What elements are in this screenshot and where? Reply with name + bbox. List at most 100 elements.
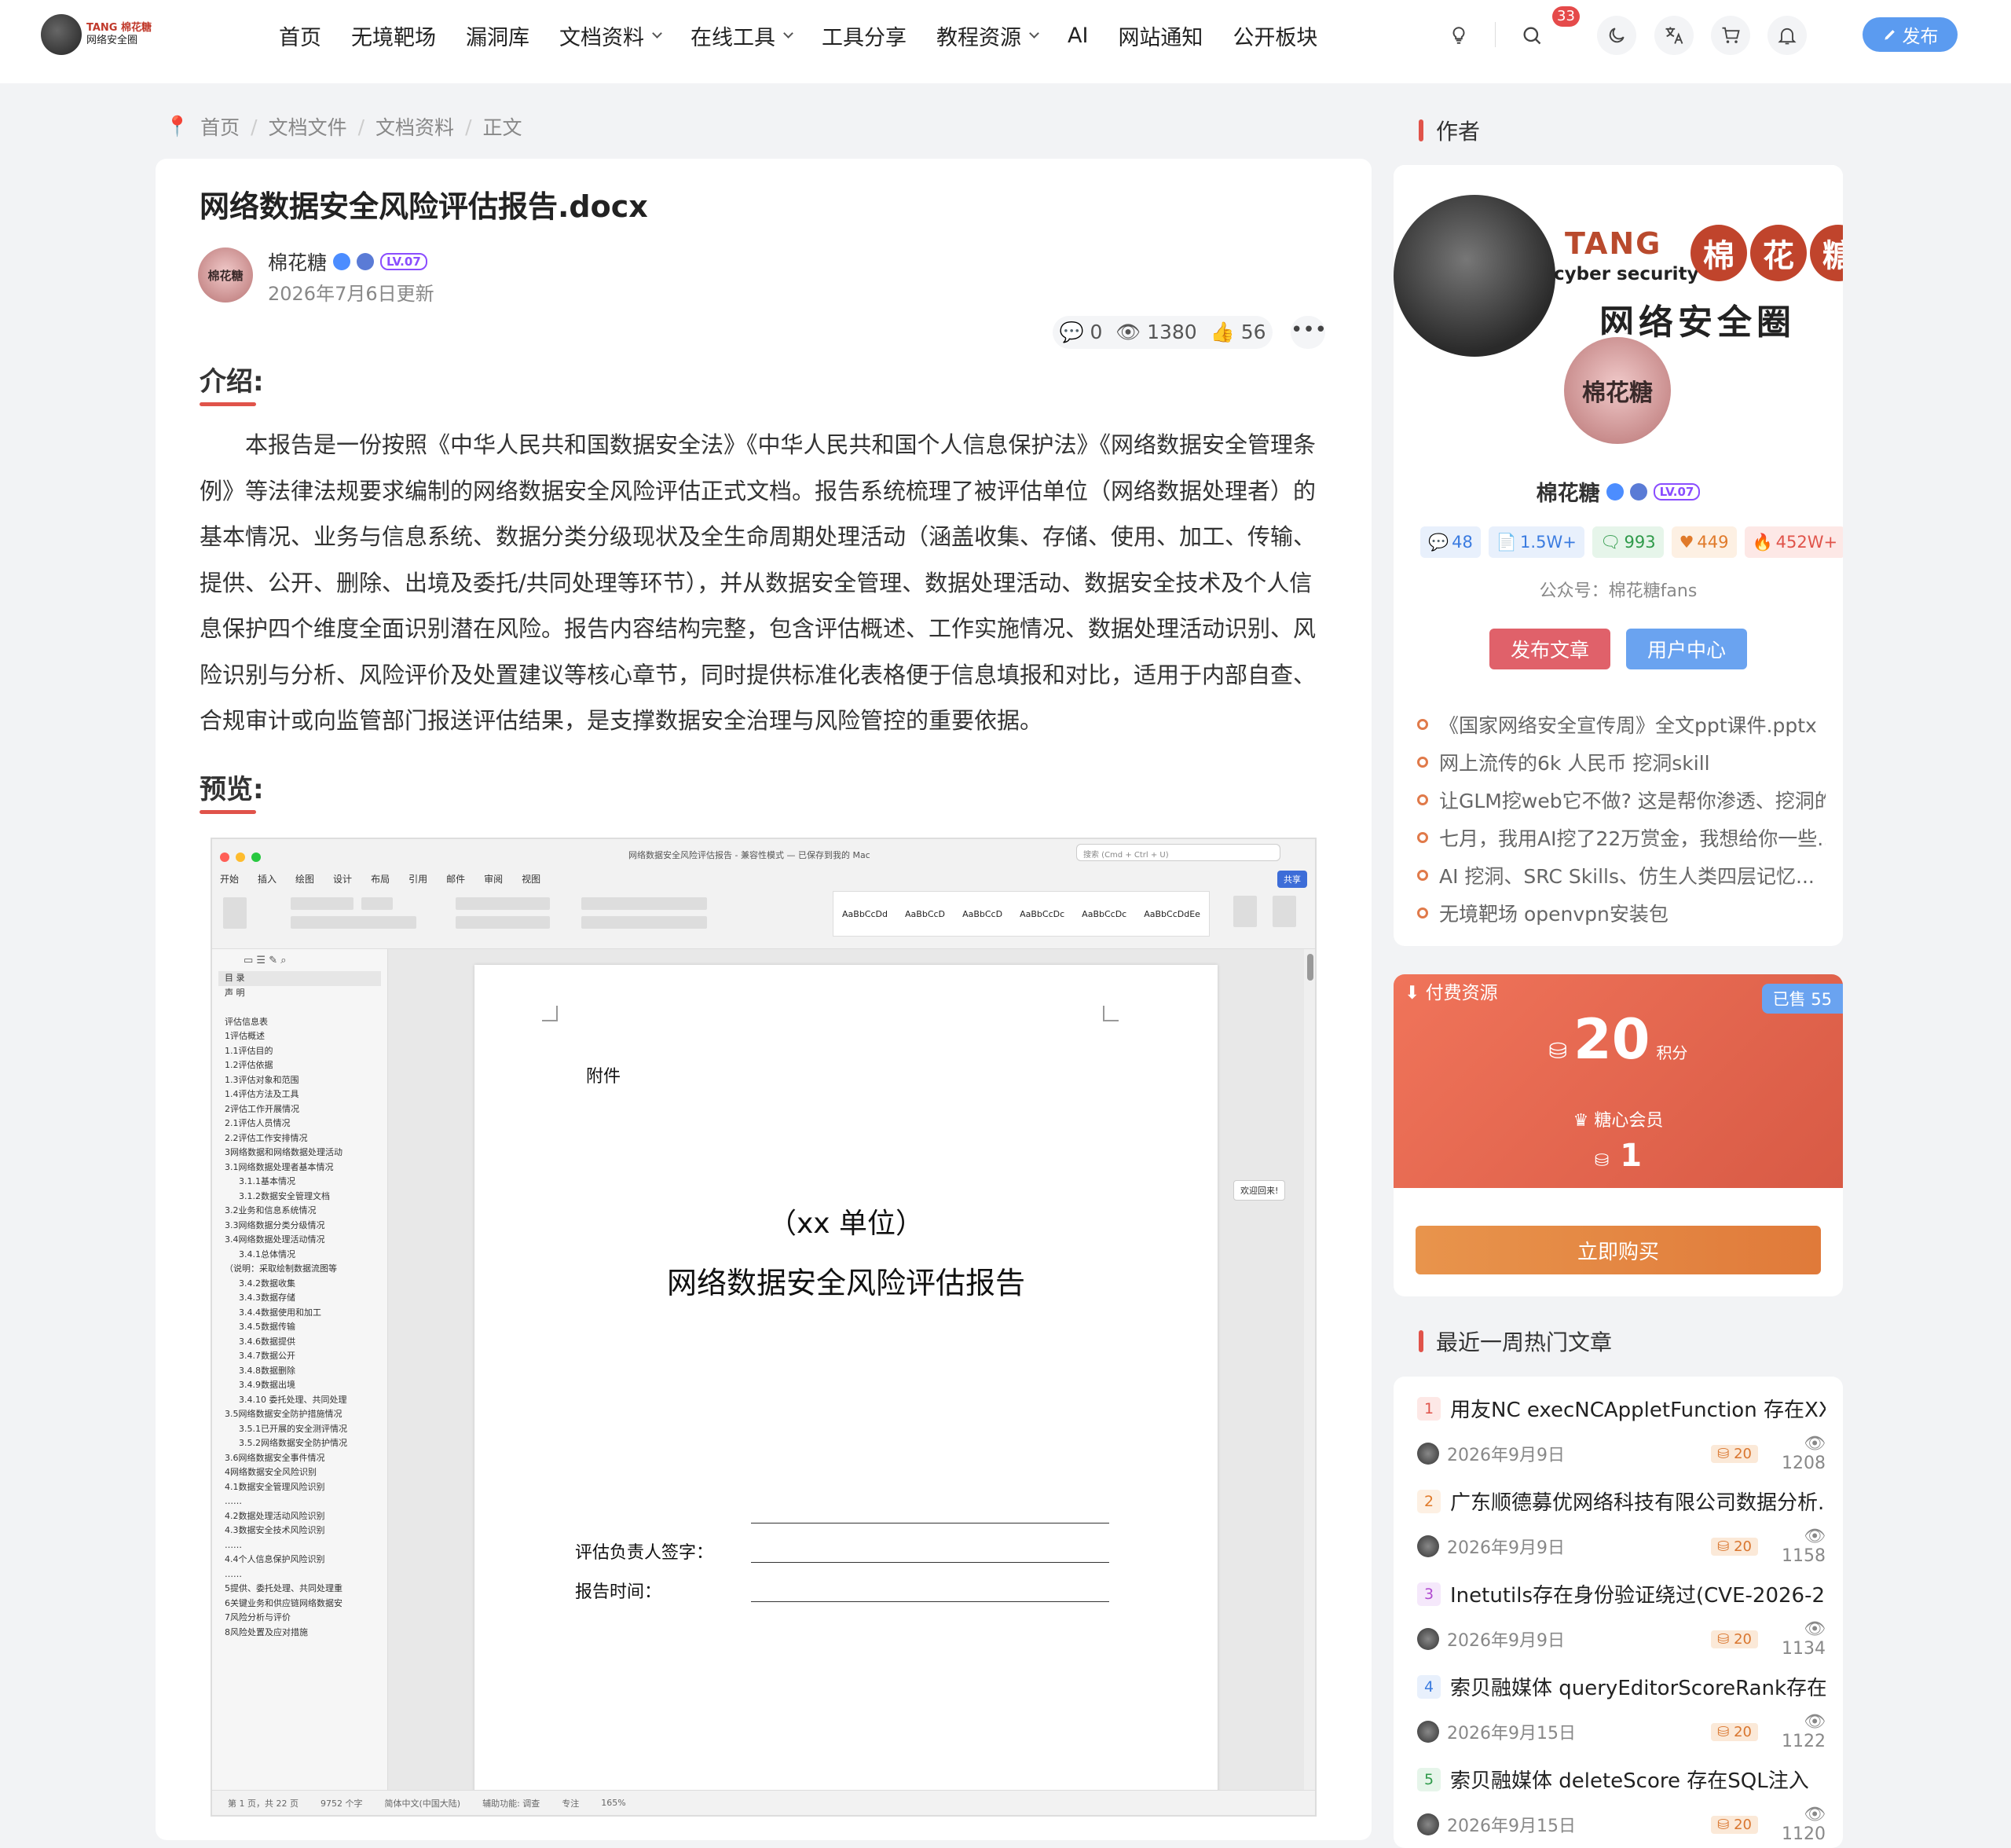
hot-article-coin: ⛁ 20: [1711, 1722, 1758, 1741]
hot-articles-card: 1 用友NC execNCAppletFunction 存在XXE... 2026年…: [1394, 1377, 1843, 1848]
hot-article-title: 索贝融媒体 deleteScore 存在SQL注入: [1450, 1769, 1809, 1793]
main-nav: 首页 无境靶场 漏洞库 文档资料 在线工具 工具分享 教程资源 AI 网站通知 公开板块: [264, 17, 1332, 53]
author-article-title: 让GLM挖web它不做? 这是帮你渗透、挖洞的...: [1439, 790, 1826, 812]
user-center-button[interactable]: 用户中心: [1626, 629, 1747, 669]
fire-icon: 🔥: [1752, 532, 1773, 552]
publish-article-button[interactable]: 发布文章: [1489, 629, 1610, 669]
author-card: TANG cyber security 棉 花 糖 网络安全圈 棉花糖 棉花糖 …: [1394, 165, 1843, 946]
nav-item[interactable]: 网站通知: [1103, 20, 1218, 51]
toc-item: 1.3评估对象和范围: [225, 1074, 299, 1085]
author-article-link[interactable]: 七月，我用AI挖了22万赏金，我想给你一些...: [1417, 819, 1826, 856]
nav-item[interactable]: 漏洞库: [451, 20, 544, 51]
vip-label: ♛ 糖心会员: [1394, 1106, 1843, 1131]
toc-item: （说明：采取绘制数据流图等: [225, 1263, 337, 1274]
word-welcome: 欢迎回来!: [1233, 1180, 1286, 1201]
vip-label-text: 糖心会员: [1594, 1111, 1664, 1131]
author-article-title: 网上流传的6k 人民币 挖洞skill: [1439, 752, 1710, 775]
toc-item: 3.5网络数据安全防护措施情况: [225, 1409, 342, 1419]
word-style-item: AaBbCcD: [905, 908, 946, 919]
coin-icon: ⛁: [1717, 1445, 1734, 1462]
article-title: 网络数据安全风险评估报告.docx: [200, 189, 648, 224]
author-stat-value: 1.5W+: [1520, 533, 1577, 552]
buy-button[interactable]: 立即购买: [1416, 1226, 1821, 1274]
vip-price-value: 1: [1620, 1138, 1643, 1174]
dark-mode-button[interactable]: [1597, 16, 1636, 55]
translate-button[interactable]: [1654, 16, 1694, 55]
site-logo[interactable]: TANG 棉花糖 网络安全圈: [41, 14, 160, 55]
nav-item[interactable]: 首页: [264, 20, 336, 51]
author-article-link[interactable]: 《国家网络安全宣传周》全文ppt课件.pptx: [1417, 706, 1826, 743]
author-article-link[interactable]: 无境靶场 openvpn安装包: [1417, 894, 1826, 932]
word-scrollbar: [1304, 949, 1315, 1790]
sidebar-author-name[interactable]: 棉花糖: [1537, 476, 1600, 507]
toc-item: 评估信息表: [225, 1016, 268, 1027]
author-article-title: AI 挖洞、SRC Skills、仿生人类四层记忆...: [1439, 865, 1815, 888]
nav-item[interactable]: 公开板块: [1218, 20, 1332, 51]
notification-button[interactable]: [1767, 16, 1807, 55]
search-button[interactable]: [1512, 16, 1551, 55]
nav-label: 在线工具: [690, 25, 775, 50]
hot-article-views: 👁1134: [1766, 1619, 1826, 1659]
intro-heading-text: 介绍:: [200, 366, 264, 398]
heart-icon: ♥: [1679, 533, 1694, 552]
thumb-up-icon: 👍: [1210, 321, 1235, 343]
author-avatar[interactable]: 棉花糖: [198, 248, 253, 302]
hot-article[interactable]: 3 Inetutils存在身份验证绕过(CVE-2026-24... 2026年9月…: [1417, 1579, 1826, 1659]
hot-section-heading: 最近一周热门文章: [1419, 1326, 1612, 1357]
hot-article[interactable]: 1 用友NC execNCAppletFunction 存在XXE... 2026年…: [1417, 1394, 1826, 1473]
word-window-title: 网络数据安全风险评估报告 - 兼容性模式 — 已保存到我的 Mac: [628, 850, 870, 860]
author-article-link[interactable]: 让GLM挖web它不做? 这是帮你渗透、挖洞的...: [1417, 781, 1826, 819]
word-status-item: 9752 个字: [320, 1798, 363, 1809]
hot-article-coin-value: 20: [1734, 1445, 1752, 1462]
like-count[interactable]: 👍 56: [1211, 321, 1266, 344]
publish-label: 发布: [1902, 27, 1939, 47]
toc-item: 3.3网络数据分类分级情况: [225, 1219, 325, 1230]
sidebar-author-avatar[interactable]: 棉花糖: [1560, 333, 1675, 448]
nav-item[interactable]: AI: [1053, 24, 1103, 48]
nav-item[interactable]: 教程资源: [921, 20, 1053, 51]
margin-mark: [542, 1006, 558, 1021]
price: ⛁ 20 积分: [1394, 1007, 1843, 1072]
nav-item[interactable]: 工具分享: [807, 20, 921, 51]
view-value: 1380: [1147, 321, 1197, 343]
author-stats: 💬 48 📄 1.5W+ 🗨 993 ♥ 449 🔥 452W+: [1420, 526, 1843, 558]
toc-item: ……: [225, 1539, 242, 1550]
toc-item: 2.1评估人员情况: [225, 1118, 291, 1128]
logo-line1: TANG 棉花糖: [86, 22, 152, 34]
hot-article[interactable]: 4 索贝融媒体 queryEditorScoreRank存在... 2026年9月1…: [1417, 1672, 1826, 1751]
banner-tang: TANG: [1565, 226, 1662, 261]
verified-icon: [333, 253, 351, 270]
hot-article[interactable]: 2 广东顺德募优网络科技有限公司数据分析... 2026年9月9日 ⛁ 20 👁1158: [1417, 1487, 1826, 1566]
author-heading-text: 作者: [1436, 119, 1481, 145]
word-style-item: AaBbCcDdEe: [1144, 908, 1200, 919]
toc-item: 4.2数据处理活动风险识别: [225, 1510, 325, 1521]
nav-item[interactable]: 文档资料: [544, 20, 676, 51]
comment-count[interactable]: 💬 0: [1059, 321, 1102, 344]
breadcrumb-item[interactable]: 首页: [200, 112, 240, 141]
more-button[interactable]: •••: [1291, 316, 1327, 349]
nav-label: 公开板块: [1233, 25, 1318, 50]
toc-item: 3.4.1总体情况: [239, 1248, 295, 1260]
hot-article-date: 2026年9月9日: [1447, 1538, 1565, 1558]
publish-button[interactable]: 发布: [1863, 17, 1958, 52]
breadcrumb-item[interactable]: 文档资料: [375, 112, 454, 141]
cart-button[interactable]: [1711, 16, 1750, 55]
lightbulb-button[interactable]: [1439, 16, 1478, 55]
breadcrumb-item[interactable]: 文档文件: [269, 112, 347, 141]
toc-item: 1.1评估目的: [225, 1045, 273, 1056]
author-name[interactable]: 棉花糖: [268, 248, 327, 276]
nav-item[interactable]: 在线工具: [676, 20, 807, 51]
author-article-link[interactable]: AI 挖洞、SRC Skills、仿生人类四层记忆...: [1417, 856, 1826, 894]
word-search: 搜索 (Cmd + Ctrl + U): [1076, 844, 1280, 861]
author-article-link[interactable]: 网上流传的6k 人民币 挖洞skill: [1417, 743, 1826, 781]
window-controls: [220, 850, 267, 865]
author-stat: 🗨 993: [1592, 526, 1664, 558]
hot-article[interactable]: 5 索贝融媒体 deleteScore 存在SQL注入 2026年9月15日 ⛁ 20…: [1417, 1765, 1826, 1844]
coin-icon: ⛁: [1717, 1538, 1734, 1555]
nav-item[interactable]: 无境靶场: [336, 20, 451, 51]
view-count: 👁 1380: [1115, 321, 1196, 344]
preview-heading: 预览:: [200, 768, 264, 814]
toc-item: 3.4.10 委托处理、共同处理: [239, 1394, 347, 1405]
doc-sign: 评估负责人签字：: [575, 1543, 714, 1563]
document-preview-image[interactable]: 网络数据安全风险评估报告 - 兼容性模式 — 已保存到我的 Mac 搜索 (Cm…: [211, 838, 1317, 1817]
